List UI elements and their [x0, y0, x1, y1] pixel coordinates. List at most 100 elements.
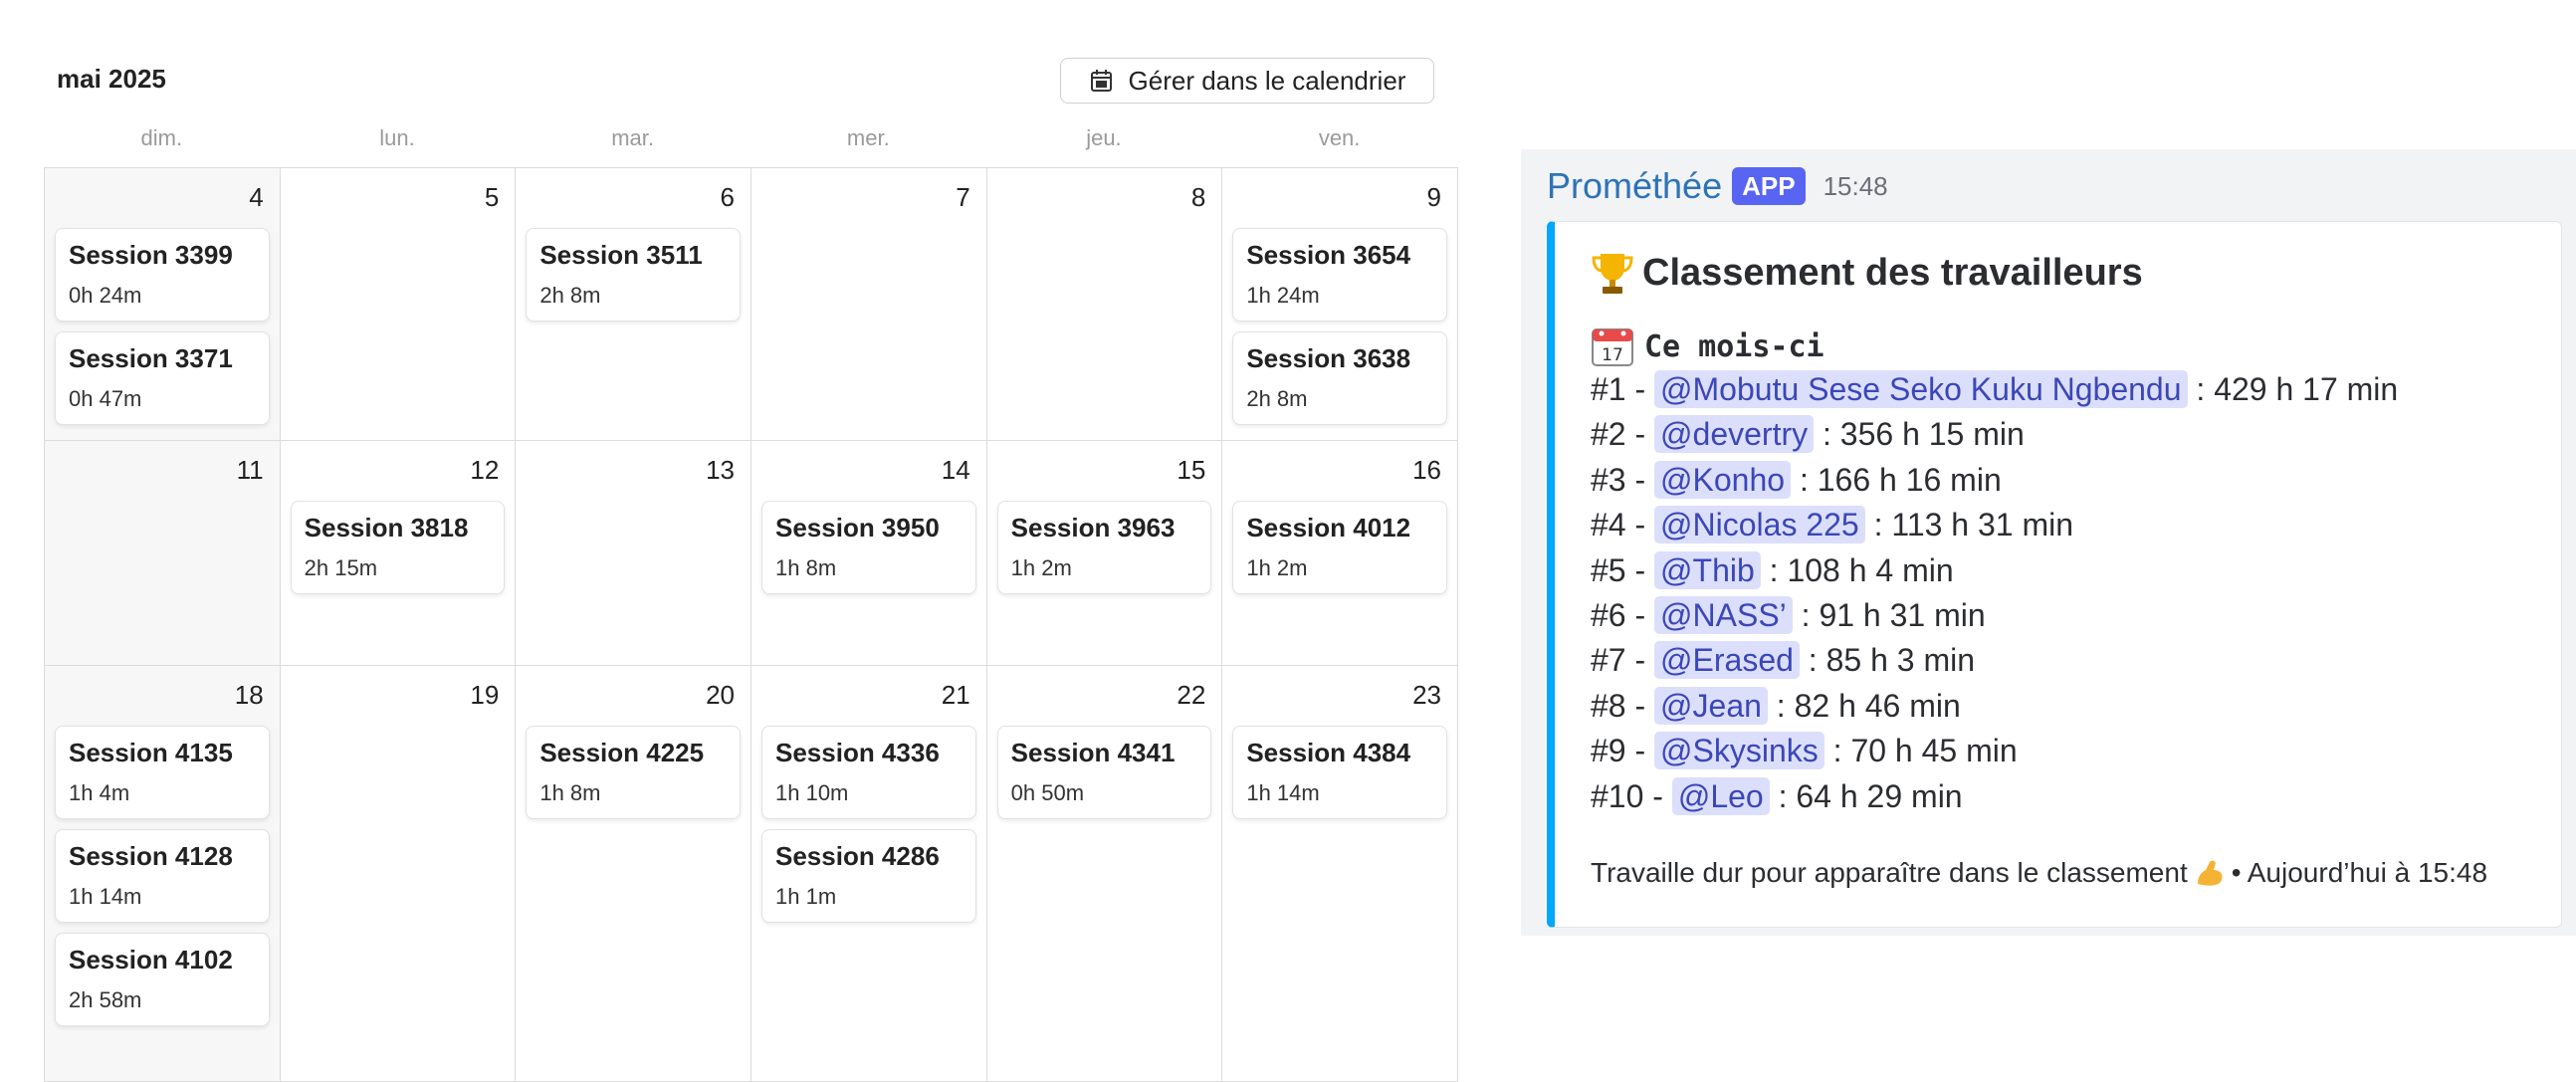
app-badge: APP — [1732, 167, 1806, 205]
day-cell[interactable]: 12 Session 3818 2h 15m — [280, 441, 517, 666]
day-number: 9 — [1426, 182, 1441, 212]
day-cell[interactable]: 13 — [516, 441, 751, 666]
day-cell[interactable]: 22 Session 4341 0h 50m — [986, 666, 1223, 1082]
rank-number: #2 - — [1591, 416, 1646, 453]
work-time: : 70 h 45 min — [1832, 733, 2018, 769]
rank-number: #5 - — [1591, 551, 1646, 588]
day-cell[interactable]: 8 — [986, 168, 1223, 441]
session-card[interactable]: Session 4384 1h 14m — [1232, 726, 1447, 819]
day-number: 23 — [1412, 680, 1441, 710]
session-card[interactable]: Session 4341 0h 50m — [996, 726, 1212, 819]
user-mention[interactable]: @Nicolas 225 — [1654, 506, 1865, 544]
day-cell[interactable]: 20 Session 4225 1h 8m — [516, 666, 751, 1082]
session-card[interactable]: Session 4336 1h 10m — [761, 726, 976, 819]
day-number: 13 — [706, 455, 735, 485]
calendar-grid: 4 Session 3399 0h 24m Session 3371 0h 47m 5 6 S… — [44, 167, 1458, 1082]
session-card[interactable]: Session 4225 1h 8m — [526, 726, 741, 819]
day-number: 20 — [706, 680, 735, 710]
day-cell[interactable]: 6 Session 3511 2h 8m — [516, 168, 751, 441]
session-card[interactable]: Session 3638 2h 8m — [1232, 331, 1447, 425]
day-cell[interactable]: 9 Session 3654 1h 24m Session 3638 2h 8m — [1222, 168, 1458, 441]
session-card[interactable]: Session 3654 1h 24m — [1232, 228, 1447, 322]
day-cell[interactable]: 7 — [751, 168, 987, 441]
session-title: Session 3399 — [69, 240, 233, 270]
session-card[interactable]: Session 3511 2h 8m — [526, 228, 741, 322]
session-card[interactable]: Session 3371 0h 47m — [55, 331, 270, 425]
day-cell[interactable]: 23 Session 4384 1h 14m — [1222, 666, 1458, 1082]
ranking-row: #8 - @Jean : 82 h 46 min — [1591, 684, 2398, 729]
day-cell[interactable]: 19 — [280, 666, 517, 1082]
session-card[interactable]: Session 4135 1h 4m — [55, 726, 270, 819]
work-time: : 356 h 15 min — [1823, 416, 2025, 453]
session-card[interactable]: Session 4102 2h 58m — [55, 933, 270, 1026]
author-name[interactable]: Prométhée — [1547, 165, 1722, 207]
session-card[interactable]: Session 3818 2h 15m — [290, 501, 506, 594]
session-title: Session 4341 — [1010, 738, 1176, 767]
session-card[interactable]: Session 3399 0h 24m — [55, 228, 270, 322]
session-title: Session 3371 — [69, 343, 233, 373]
embed-title: Classement des travailleurs — [1591, 250, 2143, 296]
day-number: 12 — [470, 455, 500, 485]
user-mention[interactable]: @Leo — [1671, 776, 1770, 815]
day-cell[interactable]: 21 Session 4336 1h 10m Session 4286 1h 1m — [751, 666, 987, 1082]
day-cell[interactable]: 18 Session 4135 1h 4m Session 4128 1h 14m Ses… — [45, 666, 281, 1082]
session-duration: 1h 14m — [1246, 780, 1320, 805]
session-title: Session 3950 — [775, 513, 940, 542]
leaderboard-embed: Classement des travailleurs 17 Ce mois-c… — [1547, 221, 2562, 928]
weekday-label: dim. — [140, 125, 183, 150]
session-title: Session 4336 — [775, 738, 940, 767]
embed-title-text: Classement des travailleurs — [1642, 251, 2143, 294]
session-card[interactable]: Session 4128 1h 14m — [55, 829, 270, 923]
period-label: Ce mois-ci — [1644, 328, 1825, 364]
ranking-row: #5 - @Thib : 108 h 4 min — [1591, 548, 2398, 593]
user-mention[interactable]: @Erased — [1654, 641, 1800, 680]
day-number: 6 — [720, 182, 735, 212]
day-number: 22 — [1177, 680, 1206, 710]
work-time: : 166 h 16 min — [1799, 461, 2002, 498]
rank-number: #6 - — [1591, 596, 1646, 633]
user-mention[interactable]: @NASS’ — [1654, 595, 1793, 634]
month-title: mai 2025 — [57, 64, 166, 94]
session-title: Session 3511 — [539, 240, 703, 270]
day-cell[interactable]: 5 — [280, 168, 517, 441]
weekday-label: jeu. — [1086, 125, 1122, 150]
footer-text: Travaille dur pour apparaître dans le cl… — [1591, 857, 2188, 888]
day-number: 14 — [941, 455, 970, 485]
work-time: : 429 h 17 min — [2196, 371, 2399, 407]
user-mention[interactable]: @Konho — [1654, 460, 1792, 499]
session-card[interactable]: Session 4012 1h 2m — [1232, 501, 1447, 594]
session-card[interactable]: Session 3950 1h 8m — [761, 501, 976, 594]
day-number: 21 — [941, 680, 970, 710]
user-mention[interactable]: @Jean — [1654, 686, 1768, 725]
user-mention[interactable]: @Skysinks — [1654, 732, 1825, 770]
work-time: : 91 h 31 min — [1801, 596, 1986, 633]
session-card[interactable]: Session 4286 1h 1m — [761, 829, 976, 923]
ranking-row: #1 - @Mobutu Sese Seko Kuku Ngbendu : 42… — [1591, 367, 2398, 412]
user-mention[interactable]: @devertry — [1654, 415, 1815, 454]
user-mention[interactable]: @Mobutu Sese Seko Kuku Ngbendu — [1654, 370, 2188, 408]
session-duration: 2h 8m — [539, 283, 601, 308]
session-duration: 2h 58m — [69, 987, 142, 1012]
session-list: Session 3818 2h 15m — [290, 501, 506, 594]
trophy-icon — [1592, 254, 1633, 294]
user-mention[interactable]: @Thib — [1654, 550, 1761, 589]
session-duration: 1h 10m — [775, 780, 849, 805]
day-cell[interactable]: 15 Session 3963 1h 2m — [986, 441, 1223, 666]
rank-number: #7 - — [1591, 642, 1646, 679]
session-title: Session 4128 — [69, 841, 233, 871]
bot-message: Prométhée APP 15:48 Classement des trava… — [1521, 149, 2576, 936]
work-time: : 82 h 46 min — [1776, 687, 1961, 724]
session-duration: 1h 8m — [539, 780, 601, 805]
weekday-label: lun. — [379, 125, 415, 150]
session-duration: 0h 24m — [69, 283, 142, 308]
session-duration: 0h 47m — [69, 386, 142, 411]
session-card[interactable]: Session 3963 1h 2m — [996, 501, 1212, 594]
session-duration: 1h 8m — [775, 555, 837, 580]
day-cell[interactable]: 11 — [45, 441, 281, 666]
day-cell[interactable]: 4 Session 3399 0h 24m Session 3371 0h 47m — [45, 168, 281, 441]
day-cell[interactable]: 16 Session 4012 1h 2m — [1222, 441, 1458, 666]
day-number: 16 — [1412, 455, 1441, 485]
day-number: 8 — [1190, 182, 1206, 212]
day-cell[interactable]: 14 Session 3950 1h 8m — [751, 441, 987, 666]
manage-calendar-button[interactable]: Gérer dans le calendrier — [1060, 58, 1434, 104]
